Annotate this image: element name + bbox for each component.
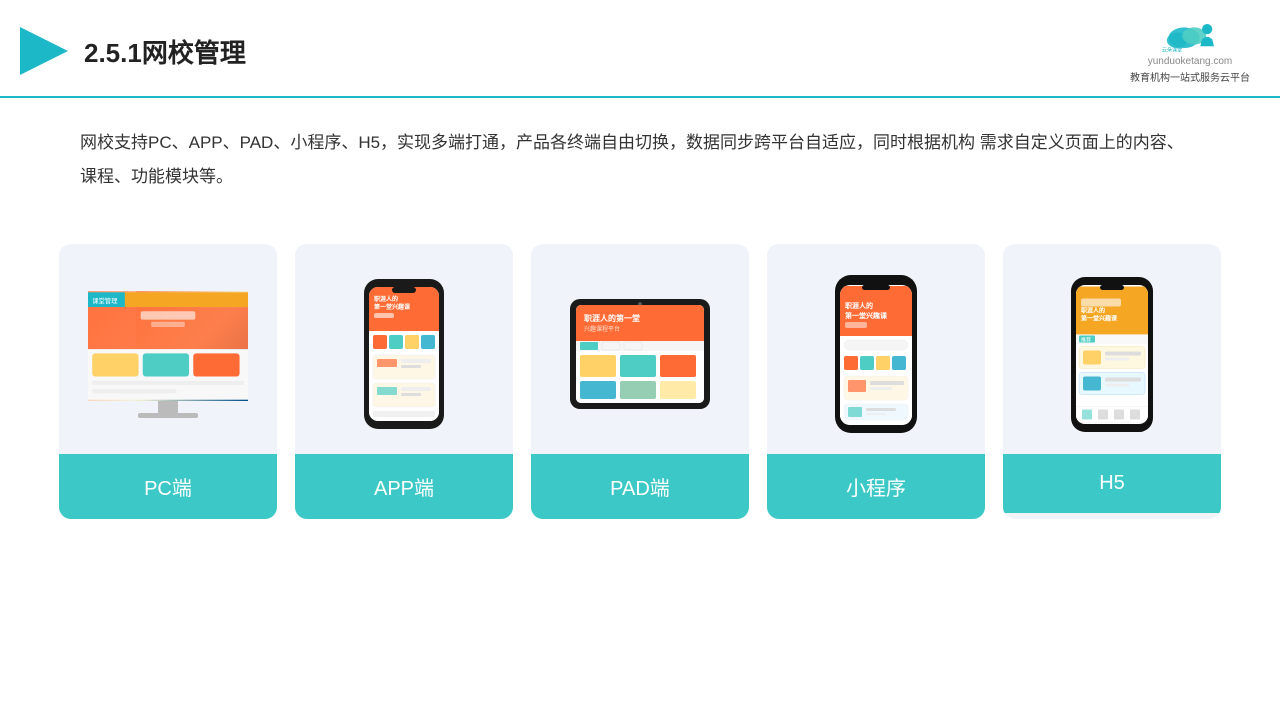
- pc-screen: 课堂管理: [88, 291, 248, 401]
- app-label: APP端: [295, 454, 513, 519]
- header-left: 2.5.1网校管理: [20, 27, 246, 75]
- logo-slogan: 教育机构一站式服务云平台: [1130, 69, 1250, 84]
- miniprogram-card: 职涯人的 第一堂兴趣课: [767, 244, 985, 519]
- svg-text:第一堂兴趣课: 第一堂兴趣课: [845, 311, 888, 320]
- svg-text:第一堂兴趣课: 第一堂兴趣课: [373, 303, 411, 311]
- pc-card: 课堂管理: [59, 244, 277, 519]
- app-card: 职涯人的 第一堂兴趣课: [295, 244, 513, 519]
- logo-area: 云朵课堂 yunduoketang.com 教育机构一站式服务云平台: [1130, 18, 1250, 84]
- h5-card: 职涯人的 第一堂兴趣课 推荐: [1003, 244, 1221, 519]
- svg-text:职涯人的: 职涯人的: [1081, 306, 1105, 314]
- pad-card: 职涯人的第一堂 兴趣课程平台: [531, 244, 749, 519]
- svg-text:职涯人的第一堂: 职涯人的第一堂: [584, 313, 640, 323]
- description-text: 网校支持PC、APP、PAD、小程序、H5，实现多端打通，产品各终端自由切换，数…: [0, 98, 1280, 204]
- svg-text:兴趣课程平台: 兴趣课程平台: [584, 325, 620, 333]
- pad-image-area: 职涯人的第一堂 兴趣课程平台: [531, 244, 749, 454]
- page-title: 2.5.1网校管理: [84, 33, 246, 70]
- play-icon: [20, 27, 68, 75]
- pad-label: PAD端: [531, 454, 749, 519]
- h5-phone-mockup: 职涯人的 第一堂兴趣课 推荐: [1071, 277, 1153, 432]
- pc-image-area: 课堂管理: [59, 244, 277, 454]
- pad-mockup: 职涯人的第一堂 兴趣课程平台: [570, 299, 710, 409]
- page-header: 2.5.1网校管理 云朵课堂 yunduoketang.com 教育机构一站式服…: [0, 0, 1280, 98]
- svg-text:职涯人的: 职涯人的: [374, 295, 398, 303]
- svg-text:职涯人的: 职涯人的: [845, 301, 873, 310]
- app-image-area: 职涯人的 第一堂兴趣课: [295, 244, 513, 454]
- pc-mockup: 课堂管理: [88, 291, 248, 418]
- app-phone-mockup: 职涯人的 第一堂兴趣课: [364, 279, 444, 429]
- svg-text:云朵课堂: 云朵课堂: [1162, 45, 1183, 53]
- yunduoketang-logo: 云朵课堂: [1160, 18, 1220, 54]
- miniprogram-label: 小程序: [767, 454, 985, 519]
- svg-text:推荐: 推荐: [1081, 336, 1091, 343]
- miniprogram-image-area: 职涯人的 第一堂兴趣课: [767, 244, 985, 454]
- svg-text:课堂管理: 课堂管理: [92, 295, 118, 304]
- pc-label: PC端: [59, 454, 277, 519]
- h5-label: H5: [1003, 454, 1221, 513]
- logo-url: yunduoketang.com: [1148, 56, 1233, 67]
- h5-image-area: 职涯人的 第一堂兴趣课 推荐: [1003, 244, 1221, 454]
- device-cards-container: 课堂管理: [0, 214, 1280, 539]
- miniprogram-phone-mockup: 职涯人的 第一堂兴趣课: [835, 275, 917, 433]
- svg-text:第一堂兴趣课: 第一堂兴趣课: [1080, 314, 1118, 322]
